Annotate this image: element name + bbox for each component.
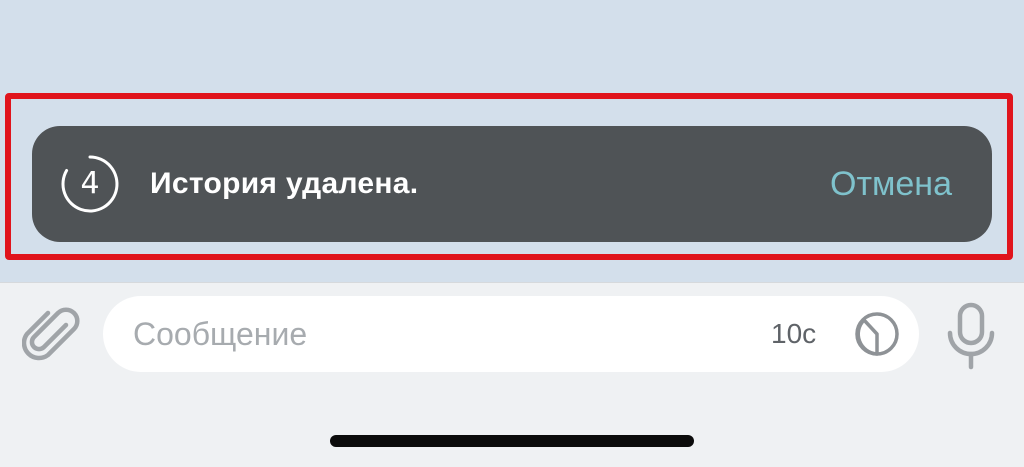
clock-timer-button[interactable] <box>853 310 901 358</box>
message-input[interactable] <box>133 296 733 372</box>
highlight-frame <box>5 93 1013 260</box>
paperclip-icon <box>22 307 80 361</box>
message-field: 10с <box>103 296 919 372</box>
microphone-icon <box>947 302 995 370</box>
attach-button[interactable] <box>22 305 84 367</box>
voice-message-button[interactable] <box>943 301 999 371</box>
self-destruct-timer-label[interactable]: 10с <box>771 296 816 372</box>
clock-timer-icon <box>855 312 899 356</box>
home-indicator <box>330 435 694 447</box>
